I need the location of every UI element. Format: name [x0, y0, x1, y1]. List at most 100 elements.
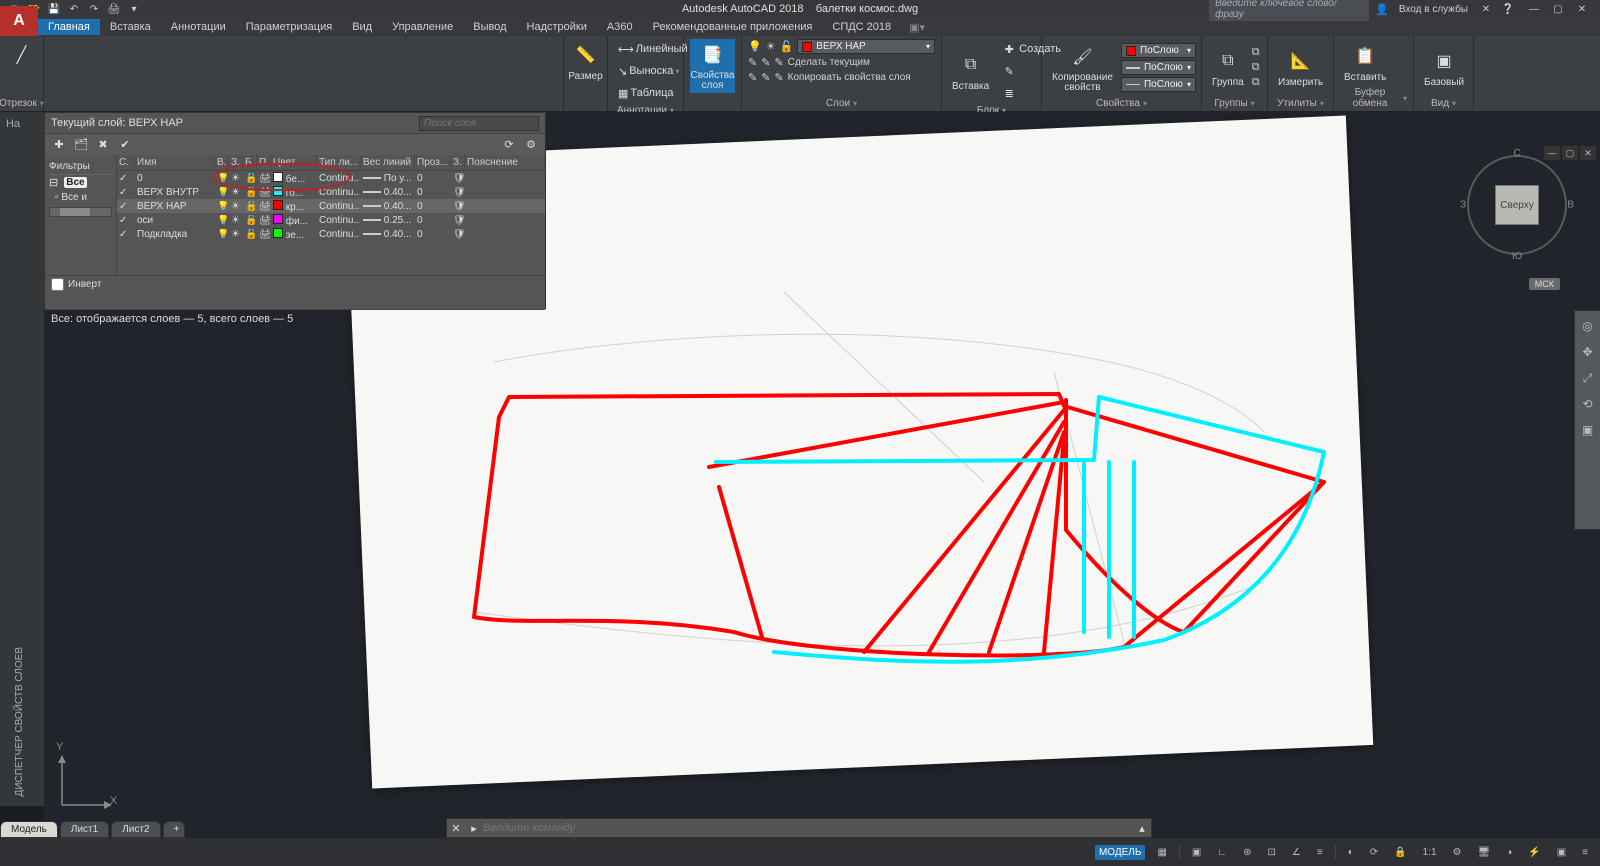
copy-layer-props-button[interactable]: Копировать свойства слоя [788, 72, 911, 83]
customize-status-icon[interactable]: ≡ [1578, 845, 1592, 860]
undo-icon[interactable]: ↶ [66, 1, 82, 17]
invert-filter[interactable]: Инверт [51, 278, 539, 291]
hw-accel-icon[interactable]: ⚡ [1524, 845, 1544, 860]
settings-icon[interactable]: ⚙ [523, 137, 539, 153]
help-icon[interactable]: ❔ [1500, 1, 1516, 17]
viewcube-ring[interactable] [1467, 155, 1567, 255]
layer-row[interactable]: ✓ВЕРХ ВНУТР💡☀🔓🖨 го...Continu... 0.40...0… [117, 185, 545, 199]
layer-manager-panel[interactable]: Текущий слой: ВЕРХ НАР ✚ 🗂 ✖ ✔ ⟳ ⚙ Фильт… [44, 112, 546, 309]
layer-col[interactable]: П. [257, 155, 271, 170]
layer-row[interactable]: ✓Подкладка💡☀🔓🖨 зе...Continu... 0.40...0🛡 [117, 227, 545, 241]
group-button[interactable]: ⧉Группа [1208, 45, 1248, 90]
menu-вид[interactable]: Вид [342, 19, 382, 35]
layer-col[interactable]: З. [451, 155, 465, 170]
lwt-icon[interactable]: ≡ [1313, 845, 1327, 860]
model-space-button[interactable]: МОДЕЛЬ [1095, 845, 1145, 860]
pan-icon[interactable]: ✥ [1579, 343, 1597, 361]
tree-toggle-icon[interactable]: ⊟ [49, 176, 58, 189]
menu-рекомендованные приложения[interactable]: Рекомендованные приложения [643, 19, 823, 35]
layer-state-icon3[interactable]: 🔓 [780, 40, 794, 53]
line-button[interactable]: ╱ [6, 39, 37, 71]
paste-button[interactable]: 📋Вставить [1340, 40, 1390, 85]
menu-аннотации[interactable]: Аннотации [161, 19, 236, 35]
polar-icon[interactable]: ⊛ [1239, 845, 1255, 860]
viewcube-south[interactable]: Ю [1512, 251, 1522, 262]
layer-state-icon[interactable]: 💡 [748, 40, 762, 53]
layer-tool-icon6[interactable]: ✎ [774, 71, 783, 84]
group-tool2-icon[interactable]: ⧉ [1252, 61, 1260, 74]
layer-row[interactable]: ✓ВЕРХ НАР💡☀🔓🖨 кр...Continu... 0.40...0🛡 [117, 199, 545, 213]
menu-вставка[interactable]: Вставка [100, 19, 161, 35]
filter-column[interactable]: Фильтры ⊟ Все ▫ Все и [45, 155, 117, 275]
layer-tool-icon2[interactable]: ✎ [761, 56, 770, 69]
osnap-icon[interactable]: ⊡ [1264, 845, 1280, 860]
menu-надстройки[interactable]: Надстройки [517, 19, 597, 35]
layer-col[interactable]: Имя [135, 155, 215, 170]
vp-maximize-button[interactable]: ▢ [1562, 146, 1578, 160]
command-line[interactable]: ✕ ▸ ▴ [446, 818, 1152, 838]
baseview-button[interactable]: ▣Базовый [1420, 45, 1468, 90]
table-button[interactable]: ▦Таблица [614, 83, 677, 103]
viewcube-north[interactable]: С [1513, 148, 1520, 159]
menu-управление[interactable]: Управление [382, 19, 463, 35]
exchange-icon[interactable]: ✕ [1478, 1, 1494, 17]
layer-tool-icon5[interactable]: ✎ [761, 71, 770, 84]
set-current-icon[interactable]: ✔ [117, 137, 133, 153]
otrack-icon[interactable]: ∠ [1288, 845, 1305, 860]
layer-col[interactable]: Цвет [271, 155, 317, 170]
add-layout-button[interactable]: + [163, 821, 185, 838]
app-logo[interactable]: A [0, 6, 38, 36]
layer-props-button[interactable]: 📑 Свойства слоя [690, 39, 735, 93]
leader-button[interactable]: ↘Выноска▾ [614, 61, 677, 81]
layer-row[interactable]: ✓оси💡☀🔓🖨 фи...Continu... 0.25...0🛡 [117, 213, 545, 227]
linear-button[interactable]: ⟷Линейный▾ [614, 39, 677, 59]
steering-wheel-icon[interactable]: ◎ [1579, 317, 1597, 335]
showmotion-icon[interactable]: ▣ [1579, 421, 1597, 439]
layer-col[interactable]: Пояснение [465, 155, 545, 170]
save-icon[interactable]: 💾 [46, 1, 62, 17]
snap-icon[interactable]: ▣ [1188, 845, 1205, 860]
layer-col[interactable]: В. [215, 155, 229, 170]
redo-icon[interactable]: ↷ [86, 1, 102, 17]
layer-columns-header[interactable]: С.ИмяВ.З.Б.П.ЦветТип ли...Вес линийПроз.… [117, 155, 545, 171]
layout-tab[interactable]: Лист1 [60, 821, 109, 838]
user-icon[interactable]: 👤 [1375, 3, 1389, 16]
layer-dropdown[interactable]: ВЕРХ НАР ▾ [797, 39, 935, 54]
layer-state-icon2[interactable]: ☀ [766, 40, 776, 53]
dimension-button[interactable]: 📏 Размер [570, 39, 601, 84]
transparency-icon[interactable]: ◐ [1344, 845, 1358, 860]
refresh-icon[interactable]: ⟳ [501, 137, 517, 153]
layer-col[interactable]: Б. [243, 155, 257, 170]
print-icon[interactable]: 🖨 [106, 1, 122, 17]
grid-icon[interactable]: ▦ [1153, 845, 1170, 860]
menu-вывод[interactable]: Вывод [463, 19, 516, 35]
qat-more-icon[interactable]: ▾ [126, 1, 142, 17]
new-layer-state-icon[interactable]: 🗂 [73, 137, 89, 153]
cycling-icon[interactable]: ⟳ [1366, 845, 1382, 860]
orbit-icon[interactable]: ⟲ [1579, 395, 1597, 413]
group-tool3-icon[interactable]: ⧉ [1252, 76, 1260, 89]
cmd-toggle-icon[interactable]: ▸ [465, 820, 483, 836]
layer-tool-icon3[interactable]: ✎ [774, 56, 783, 69]
layer-col[interactable]: Проз... [415, 155, 451, 170]
filter-all[interactable]: Все [64, 177, 86, 188]
layer-col[interactable]: С. [117, 155, 135, 170]
autoscale-icon[interactable]: 🔒 [1390, 845, 1410, 860]
wcs-label[interactable]: МСК [1529, 278, 1560, 290]
layout-tab[interactable]: Модель [0, 821, 58, 838]
delete-layer-icon[interactable]: ✖ [95, 137, 111, 153]
cmd-close-icon[interactable]: ✕ [447, 820, 465, 836]
group-tool1-icon[interactable]: ⧉ [1252, 46, 1260, 59]
lineweight-dropdown[interactable]: ПоСлою▾ [1121, 60, 1196, 75]
monitor-icon[interactable]: 🖥 [1474, 845, 1495, 860]
viewcube-east[interactable]: В [1567, 200, 1574, 211]
maximize-button[interactable]: ▢ [1546, 1, 1570, 17]
vp-minimize-button[interactable]: — [1544, 146, 1560, 160]
new-layer-icon[interactable]: ✚ [51, 137, 67, 153]
color-dropdown[interactable]: ПоСлою▾ [1121, 43, 1196, 58]
ribbon-collapse-icon[interactable]: ▣▾ [909, 21, 925, 34]
viewcube-west[interactable]: З [1460, 200, 1466, 211]
workspace-icon[interactable]: ⚙ [1449, 845, 1466, 860]
close-button[interactable]: ✕ [1570, 1, 1594, 17]
layout-tab[interactable]: Лист2 [111, 821, 160, 838]
